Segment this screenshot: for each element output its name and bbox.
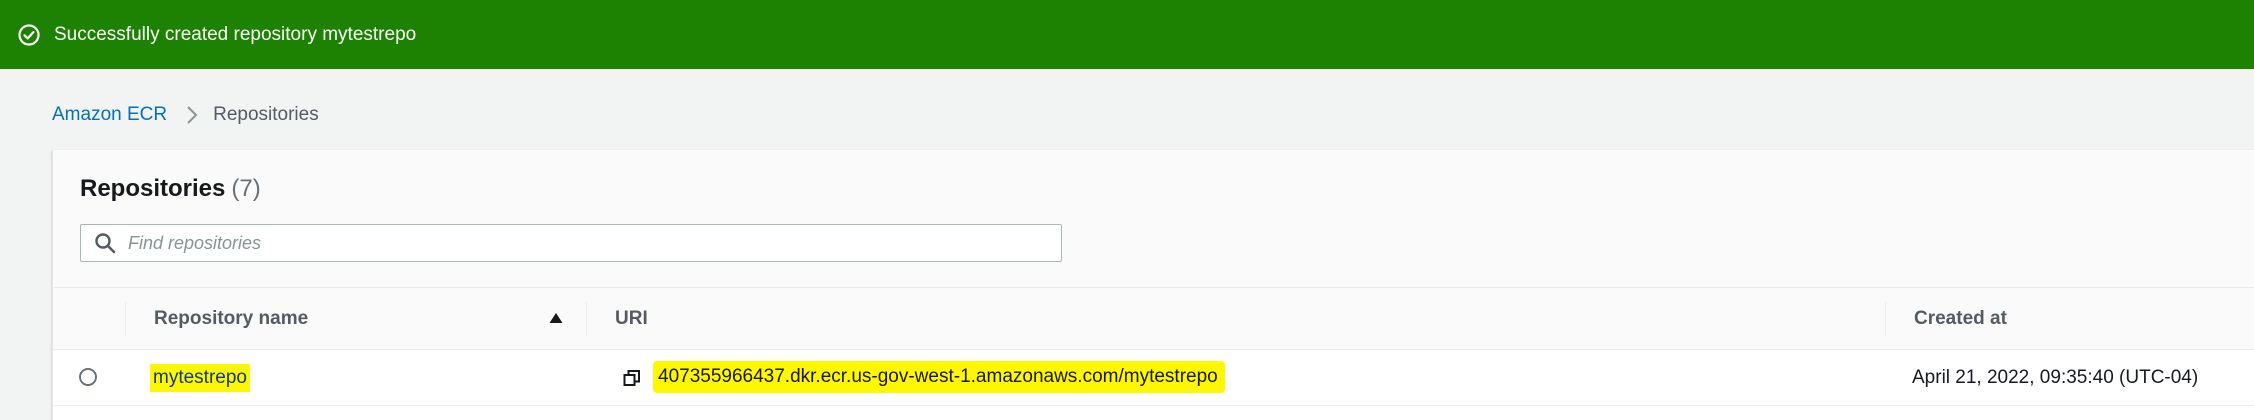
repository-uri[interactable]: 407355966437.dkr.ecr.us-gov-west-1.amazo… (653, 361, 1225, 393)
table-row[interactable]: mytestrepo 407355966437.dkr.ecr.us-gov-w… (53, 350, 2254, 406)
column-divider (125, 302, 126, 336)
column-divider (1885, 302, 1886, 336)
column-label: Repository name (154, 307, 309, 329)
breadcrumb: Amazon ECR Repositories (52, 100, 319, 130)
column-header-repository-name[interactable]: Repository name (154, 288, 308, 349)
flash-message: Successfully created repository mytestre… (54, 23, 417, 45)
search-icon (95, 233, 116, 254)
chevron-right-icon (187, 106, 198, 124)
repositories-panel: Repositories(7) Repository name URI Crea… (52, 150, 2254, 420)
search-input[interactable] (126, 231, 1061, 255)
copy-icon[interactable] (622, 368, 642, 388)
sort-up-icon[interactable] (548, 310, 564, 326)
repository-count: (7) (231, 175, 261, 202)
panel-header: Repositories (7) (53, 150, 2254, 287)
breadcrumb-current: Repositories (213, 104, 319, 125)
table-header: Repository name URI Created at (53, 287, 2254, 350)
repository-name-link[interactable]: mytestrepo (150, 364, 250, 392)
search-box[interactable] (80, 224, 1062, 262)
title-text: Repositories (80, 175, 226, 202)
column-header-uri[interactable]: URI (615, 288, 648, 349)
created-at-value: April 21, 2022, 09:35:40 (UTC-04) (1912, 367, 2199, 388)
column-label: URI (615, 307, 648, 329)
column-divider (586, 302, 587, 336)
column-header-created-at[interactable]: Created at (1914, 288, 2007, 349)
success-flash-bar: Successfully created repository mytestre… (0, 0, 2254, 69)
check-circle-icon (18, 23, 40, 46)
row-select-radio[interactable] (79, 368, 97, 386)
column-label: Created at (1914, 307, 2007, 329)
page-title: Repositories (7) (80, 175, 261, 203)
breadcrumb-amazon-ecr-link[interactable]: Amazon ECR (52, 104, 167, 126)
